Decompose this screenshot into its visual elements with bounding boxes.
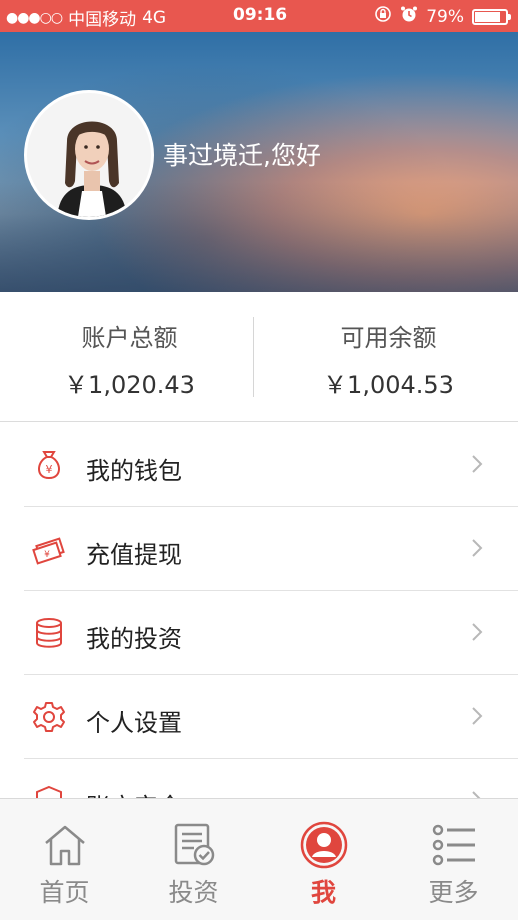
status-left: ●●●○○ 中国移动 4G xyxy=(6,5,167,31)
status-bar: ●●●○○ 中国移动 4G 09:16 79% xyxy=(0,0,518,32)
home-icon xyxy=(41,821,89,869)
available-balance-label: 可用余额 xyxy=(340,324,437,352)
chevron-right-icon xyxy=(470,705,484,727)
chevron-right-icon xyxy=(470,537,484,559)
menu-item-label: 我的投资 xyxy=(86,625,182,653)
tab-more[interactable]: 更多 xyxy=(389,799,518,920)
tab-label: 更多 xyxy=(428,878,479,907)
available-balance[interactable]: 可用余额 ￥1,004.53 xyxy=(259,318,518,400)
user-profile-icon xyxy=(300,821,348,869)
tab-label: 我 xyxy=(310,878,336,907)
list-icon xyxy=(430,821,478,869)
profile-header: 事过境迁,您好 xyxy=(0,32,518,292)
svg-text:¥: ¥ xyxy=(46,463,53,476)
tab-label: 投资 xyxy=(168,878,219,907)
battery-fill xyxy=(475,11,501,22)
network-type: 4G xyxy=(142,7,167,28)
database-stack-icon xyxy=(32,616,66,650)
document-check-icon xyxy=(170,821,218,869)
signal-indicator: ●●●○○ xyxy=(6,9,63,26)
svg-text:¥: ¥ xyxy=(44,550,50,560)
balance-divider xyxy=(253,317,254,397)
available-balance-value: ￥1,004.53 xyxy=(323,371,454,399)
gear-icon xyxy=(32,700,66,734)
menu-item-label: 个人设置 xyxy=(86,709,182,737)
status-right: 79% xyxy=(374,5,511,28)
chevron-right-icon xyxy=(470,621,484,643)
tab-home[interactable]: 首页 xyxy=(0,799,129,920)
status-time: 09:16 xyxy=(233,5,288,25)
carrier-name: 中国移动 xyxy=(68,10,137,30)
chevron-right-icon xyxy=(470,453,484,475)
tab-me[interactable]: 我 xyxy=(259,799,388,920)
tab-bar: 首页 投资 我 更多 xyxy=(0,798,518,920)
total-balance-label: 账户总额 xyxy=(81,324,178,352)
alarm-icon xyxy=(400,5,418,28)
money-bag-icon: ¥ xyxy=(32,448,66,482)
menu-item-wallet[interactable]: ¥ 我的钱包 xyxy=(24,423,518,507)
cash-notes-icon: ¥ xyxy=(32,532,66,566)
balance-panel: 账户总额 ￥1,020.43 可用余额 ￥1,004.53 xyxy=(0,292,518,422)
avatar-portrait-icon xyxy=(27,93,151,217)
battery-percent: 79% xyxy=(426,6,464,27)
battery-icon xyxy=(472,8,511,25)
tab-label: 首页 xyxy=(39,878,90,907)
account-menu: ¥ 我的钱包 ¥ 充值提现 我的投资 个人设置 账户安全 xyxy=(0,423,518,843)
menu-item-investments[interactable]: 我的投资 xyxy=(24,591,518,675)
total-balance[interactable]: 账户总额 ￥1,020.43 xyxy=(0,318,259,400)
menu-item-recharge[interactable]: ¥ 充值提现 xyxy=(24,507,518,591)
tab-invest[interactable]: 投资 xyxy=(129,799,258,920)
menu-item-settings[interactable]: 个人设置 xyxy=(24,675,518,759)
greeting-text: 事过境迁,您好 xyxy=(163,141,321,170)
avatar[interactable] xyxy=(24,90,154,220)
menu-item-label: 充值提现 xyxy=(86,541,182,569)
menu-item-label: 我的钱包 xyxy=(86,457,182,485)
total-balance-value: ￥1,020.43 xyxy=(64,371,195,399)
rotation-lock-icon xyxy=(374,5,392,28)
